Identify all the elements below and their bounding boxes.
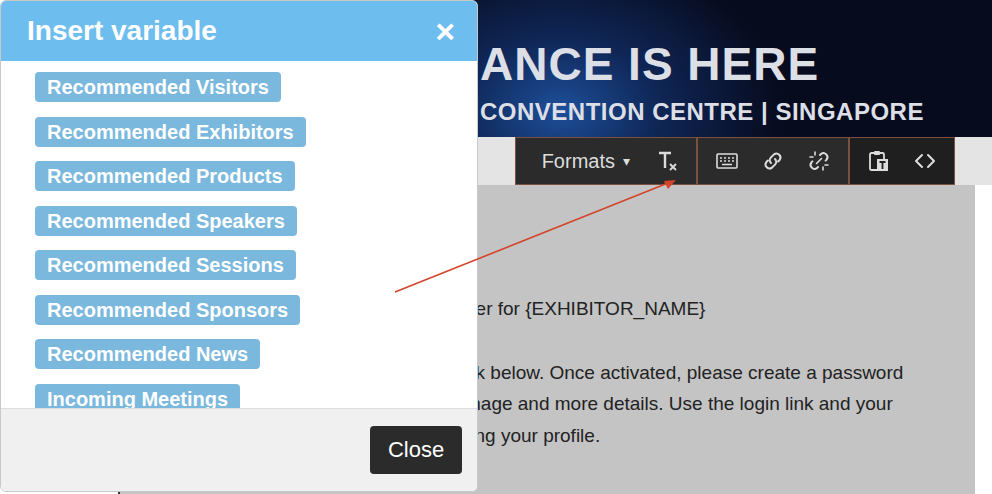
variable-item[interactable]: Recommended News (35, 339, 260, 369)
formats-dropdown[interactable]: Formats ▾ (522, 138, 644, 184)
variable-item[interactable]: Recommended Visitors (35, 72, 281, 102)
modal-header: Insert variable × (1, 1, 477, 61)
banner-subline: CONVENTION CENTRE | SINGAPORE (480, 97, 992, 127)
caret-icon: ▾ (623, 153, 630, 169)
unlink-icon (807, 149, 831, 173)
editor-toolbar: Formats ▾ (515, 137, 955, 185)
text-line: mage and more details. Use the login lin… (465, 388, 975, 420)
paste-text-button[interactable] (856, 138, 902, 184)
variable-item[interactable]: Recommended Exhibitors (35, 117, 306, 147)
clear-format-icon (655, 149, 679, 173)
format-group: Formats ▾ (516, 138, 696, 184)
unlink-button[interactable] (796, 138, 842, 184)
variable-item[interactable]: Recommended Sponsors (35, 295, 300, 325)
link-button[interactable] (750, 138, 796, 184)
text-line: ting your profile. (465, 420, 975, 452)
paste-text-icon (867, 149, 891, 173)
paragraph: nk below. Once activated, please create … (465, 357, 975, 452)
clear-format-button[interactable] (644, 138, 690, 184)
text-line: ber for {EXHIBITOR_NAME} (465, 293, 975, 325)
screen: ANCE IS HERE CONVENTION CENTRE | SINGAPOR… (0, 0, 992, 494)
modal-title: Insert variable (27, 15, 217, 47)
variable-list: Recommended Visitors Recommended Exhibito… (1, 61, 477, 408)
formats-label: Formats (542, 150, 615, 173)
variable-item[interactable]: Recommended Products (35, 161, 295, 191)
close-x-button[interactable]: × (435, 14, 455, 48)
code-icon (913, 149, 937, 173)
editor-margin (975, 185, 992, 494)
paragraph: ber for {EXHIBITOR_NAME} (465, 293, 975, 325)
variable-item[interactable]: Recommended Sessions (35, 250, 296, 280)
modal-footer: Close (1, 408, 477, 491)
text-line: nk below. Once activated, please create … (465, 357, 975, 389)
variable-item[interactable]: Incoming Meetings (35, 384, 240, 409)
insert-group (696, 138, 848, 184)
tools-group (848, 138, 954, 184)
link-icon (761, 149, 785, 173)
banner-headline: ANCE IS HERE (480, 37, 992, 91)
insert-variable-button[interactable] (704, 138, 750, 184)
close-button[interactable]: Close (370, 426, 462, 474)
source-code-button[interactable] (902, 138, 948, 184)
variable-icon (715, 149, 739, 173)
variable-item[interactable]: Recommended Speakers (35, 206, 297, 236)
insert-variable-modal: Insert variable×Recommended VisitorsReco… (0, 0, 478, 492)
